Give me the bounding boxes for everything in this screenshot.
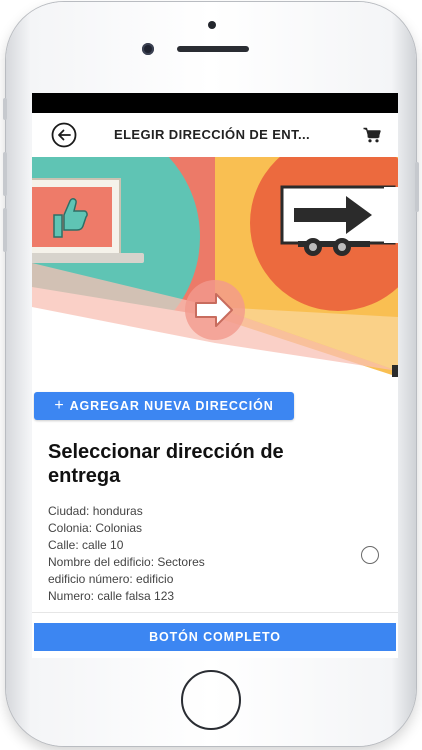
address-colonia: Colonia: Colonias: [48, 521, 143, 535]
app-bar: ELEGIR DIRECCIÓN DE ENT...: [32, 113, 398, 157]
complete-button[interactable]: BOTÓN COMPLETO: [34, 623, 396, 651]
back-arrow-icon[interactable]: [51, 122, 77, 148]
address-city: Ciudad: honduras: [48, 504, 143, 518]
proximity-sensor: [208, 21, 216, 29]
earpiece-speaker: [177, 46, 249, 52]
address-select-radio[interactable]: [361, 546, 379, 564]
add-new-address-button[interactable]: + AGREGAR NUEVA DIRECCIÓN: [34, 392, 294, 420]
shopping-cart-icon[interactable]: [363, 127, 381, 143]
mute-switch: [3, 98, 7, 120]
page-title: ELEGIR DIRECCIÓN DE ENT...: [114, 127, 311, 142]
address-card[interactable]: Ciudad: honduras Colonia: Colonias Calle…: [48, 503, 348, 605]
section-divider: [32, 612, 398, 613]
address-street: Calle: calle 10: [48, 538, 124, 552]
app-screen: ELEGIR DIRECCIÓN DE ENT... + AGREGAR NUE…: [32, 93, 398, 658]
status-bar: [32, 93, 398, 113]
volume-up-button: [3, 152, 7, 196]
promo-banner-illustration: [32, 157, 398, 377]
volume-down-button: [3, 208, 7, 252]
address-building-name: Nombre del edificio: Sectores: [48, 555, 205, 569]
address-building-number: edificio número: edificio: [48, 572, 174, 586]
power-button: [415, 162, 419, 212]
front-camera: [142, 43, 154, 55]
add-new-address-label: AGREGAR NUEVA DIRECCIÓN: [69, 399, 274, 413]
plus-icon: +: [54, 397, 65, 414]
home-button[interactable]: [181, 670, 241, 730]
address-number: Numero: calle falsa 123: [48, 589, 175, 603]
select-address-heading: Seleccionar dirección de entrega: [48, 441, 284, 487]
